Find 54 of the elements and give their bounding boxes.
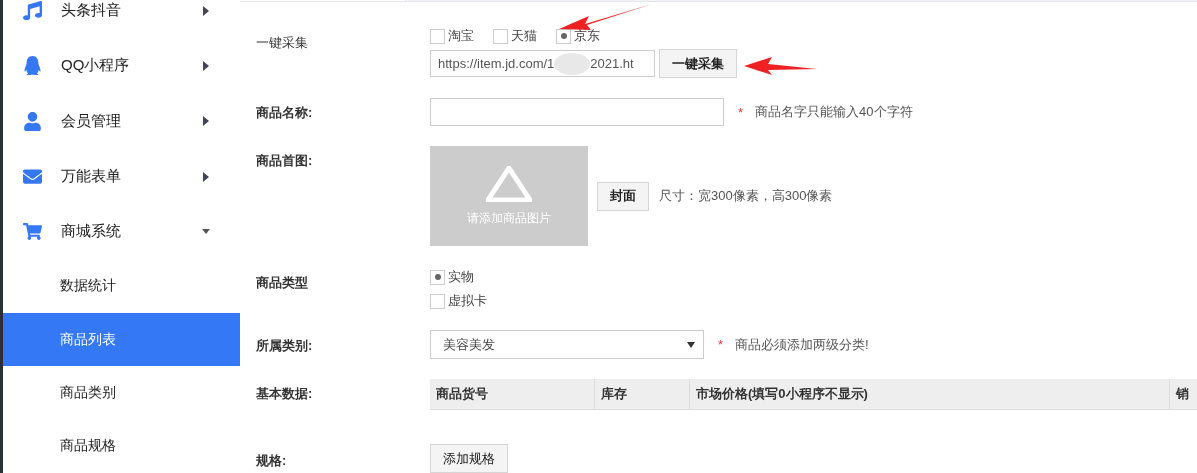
source-option[interactable]: 京东 (556, 27, 600, 45)
sidebar-item[interactable]: 万能表单 (3, 148, 240, 205)
cover-button[interactable]: 封面 (597, 181, 649, 211)
penguin-icon (23, 56, 42, 76)
url-text: 2021.ht (590, 56, 634, 71)
field-label: 规格: (255, 452, 288, 470)
collect-button[interactable]: 一键采集 (659, 49, 737, 78)
field-label: 商品首图: (255, 152, 314, 170)
type-option[interactable]: 虚拟卡 (430, 292, 487, 310)
sidebar-item[interactable]: 商城系统 (3, 204, 240, 260)
url-text: https://item.jd.com/1 (438, 56, 555, 71)
sidebar-item[interactable]: 会员管理 (3, 93, 240, 149)
url-field[interactable]: https://item.jd.com/1 2021.ht (430, 50, 655, 77)
type-option[interactable]: 实物 (430, 268, 487, 286)
field-label: 商品名称: (255, 104, 314, 122)
size-note: 尺寸：宽300像素，高300像素 (659, 187, 833, 205)
sidebar-subitem[interactable]: 商品类别 (3, 366, 240, 420)
checkbox[interactable] (430, 269, 445, 285)
user-icon (23, 111, 42, 131)
column-header: 库存 (595, 379, 690, 409)
caret-icon (202, 116, 210, 127)
source-option[interactable]: 淘宝 (430, 27, 474, 45)
column-header: 销 (1170, 379, 1197, 409)
checkbox[interactable] (430, 28, 445, 44)
logo-icon (486, 165, 532, 202)
checkbox[interactable] (430, 293, 445, 309)
checkbox[interactable] (493, 28, 508, 44)
hint-text: 商品必须添加两级分类! (735, 335, 869, 354)
redaction-blob (554, 52, 591, 75)
name-field[interactable] (430, 98, 724, 126)
caret-icon (202, 5, 210, 16)
required-mark: * (718, 337, 724, 352)
column-header: 商品货号 (430, 379, 595, 409)
music-note-icon (23, 1, 42, 21)
caret-icon (202, 171, 210, 182)
caret-icon (202, 60, 210, 71)
source-option[interactable]: 天猫 (493, 27, 537, 45)
field-label: 商品类型 (255, 274, 309, 292)
category-select[interactable]: 美容美发 (430, 330, 704, 359)
sidebar-subitem[interactable]: 商品规格 (3, 419, 240, 473)
add-spec-button[interactable]: 添加规格 (430, 444, 508, 473)
field-label: 一键采集 (255, 34, 309, 52)
sidebar-subitem[interactable]: 商品列表 (3, 312, 240, 367)
envelope-icon (23, 167, 42, 187)
dropdown-icon (687, 341, 695, 348)
sidebar-subitem[interactable]: 数据统计 (3, 259, 240, 313)
sidebar-item[interactable]: 头条抖音 (3, 0, 240, 39)
field-label: 所属类别: (255, 337, 314, 355)
field-label: 基本数据: (255, 385, 314, 403)
cart-icon (23, 222, 42, 242)
required-mark: * (738, 104, 744, 120)
sidebar-item[interactable]: QQ小程序 (3, 38, 240, 94)
hint-text: 商品名字只能输入40个字符 (755, 103, 913, 121)
column-header: 市场价格(填写0小程序不显示) (690, 379, 1170, 409)
